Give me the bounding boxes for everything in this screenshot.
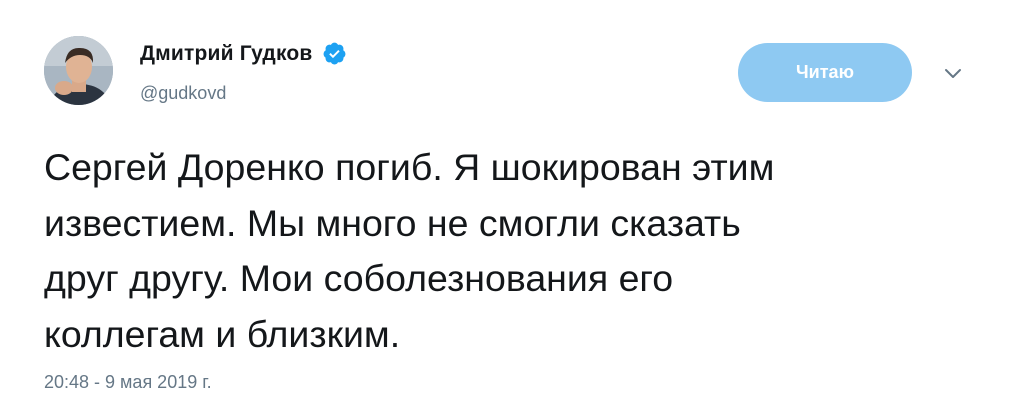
author-name-row[interactable]: Дмитрий Гудков xyxy=(140,41,347,66)
avatar-photo xyxy=(44,36,113,105)
tweet-text: Сергей Доренко погиб. Я шокирован этим и… xyxy=(44,146,775,355)
follow-button[interactable]: Читаю xyxy=(738,43,912,102)
tweet-card: Дмитрий Гудков @gudkovd Читаю Сергей Дор… xyxy=(0,0,1024,410)
author-display-name[interactable]: Дмитрий Гудков xyxy=(140,42,313,66)
avatar[interactable] xyxy=(44,36,113,105)
verified-badge-icon xyxy=(322,41,347,66)
tweet-timestamp[interactable]: 20:48 - 9 мая 2019 г. xyxy=(44,372,212,393)
author-handle[interactable]: @gudkovd xyxy=(140,83,226,104)
chevron-down-icon[interactable] xyxy=(943,64,963,84)
